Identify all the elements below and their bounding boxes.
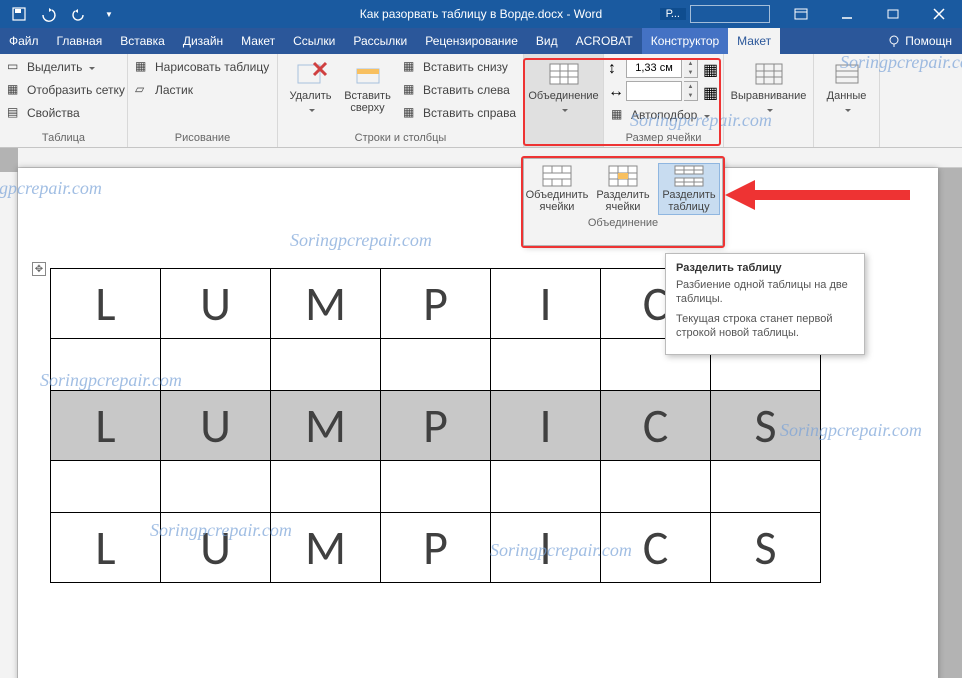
save-button[interactable]: [6, 3, 32, 25]
tab-insert[interactable]: Вставка: [111, 28, 174, 54]
tab-acrobat[interactable]: ACROBAT: [567, 28, 642, 54]
tab-mailings[interactable]: Рассылки: [344, 28, 416, 54]
table-row[interactable]: [51, 461, 821, 513]
merge-dropdown-button[interactable]: Объединение: [528, 56, 599, 131]
insert-right-button[interactable]: ▦Вставить справа: [400, 102, 519, 124]
view-gridlines-button[interactable]: ▦Отобразить сетку: [4, 79, 128, 101]
tab-layout[interactable]: Макет: [232, 28, 284, 54]
tab-file[interactable]: Файл: [0, 28, 48, 54]
group-rows-cols: Удалить Вставить сверху ▦Вставить снизу …: [278, 54, 524, 147]
maximize-button[interactable]: [870, 0, 916, 28]
split-table-icon: [674, 165, 704, 187]
row-height-spinner[interactable]: ▲▼: [684, 58, 698, 78]
tab-home[interactable]: Главная: [48, 28, 112, 54]
group-table-label: Таблица: [4, 131, 123, 147]
split-cells-button[interactable]: Разделить ячейки: [592, 163, 654, 215]
insert-below-button[interactable]: ▦Вставить снизу: [400, 56, 519, 78]
qat-customize[interactable]: ▼: [96, 3, 122, 25]
split-table-button[interactable]: Разделить таблицу: [658, 163, 720, 215]
eraser-icon: ▱: [135, 82, 151, 98]
merge-cells-button[interactable]: Объединить ячейки: [526, 163, 588, 215]
tooltip-line2: Текущая строка станет первой строкой нов…: [676, 312, 854, 340]
tell-me[interactable]: Помощн: [877, 28, 962, 54]
insert-below-icon: ▦: [403, 59, 419, 75]
account-placeholder: [690, 5, 770, 23]
insert-above-button[interactable]: Вставить сверху: [339, 56, 396, 131]
tooltip-line1: Разбиение одной таблицы на две таблицы.: [676, 278, 854, 306]
contextual-tab-chip: Р...: [660, 8, 686, 20]
table-move-handle[interactable]: ✥: [32, 262, 46, 276]
title-bar: ▼ Как разорвать таблицу в Ворде.docx - W…: [0, 0, 962, 28]
data-dropdown[interactable]: Данные: [818, 56, 875, 131]
merge-cells-icon: [542, 165, 572, 187]
alignment-icon: [753, 60, 785, 88]
select-button[interactable]: ▭Выделить: [4, 56, 128, 78]
ribbon: ▭Выделить ▦Отобразить сетку ▤Свойства Та…: [0, 54, 962, 148]
tell-me-label: Помощн: [905, 34, 952, 48]
insert-right-icon: ▦: [403, 105, 419, 121]
insert-above-icon: [352, 60, 384, 88]
insert-left-icon: ▦: [403, 82, 419, 98]
distribute-cols-icon[interactable]: ▦: [703, 83, 719, 99]
grid-icon: ▦: [7, 82, 23, 98]
table-row-selected[interactable]: LUMPICS: [51, 391, 821, 461]
document-area: ✥ LUMPIC LUMPICS LUMPICS: [0, 148, 962, 678]
group-table: ▭Выделить ▦Отобразить сетку ▤Свойства Та…: [0, 54, 128, 147]
pencil-table-icon: ▦: [135, 59, 151, 75]
tab-review[interactable]: Рецензирование: [416, 28, 527, 54]
row-height-icon: ↕: [608, 60, 624, 76]
group-cell-size: ↕ ▲▼ ▦ ↔ ▲▼ ▦ ▦Автоподбор Размер ячейки: [604, 54, 724, 147]
col-width-spinner[interactable]: ▲▼: [684, 81, 698, 101]
properties-icon: ▤: [7, 105, 23, 121]
distribute-rows-icon[interactable]: ▦: [703, 60, 719, 76]
group-draw: ▦Нарисовать таблицу ▱Ластик Рисование: [128, 54, 278, 147]
col-width-icon: ↔: [608, 83, 624, 99]
table-row[interactable]: LUMPICS: [51, 513, 821, 583]
minimize-button[interactable]: [824, 0, 870, 28]
split-cells-icon: [608, 165, 638, 187]
tooltip-title: Разделить таблицу: [676, 262, 854, 274]
draw-table-button[interactable]: ▦Нарисовать таблицу: [132, 56, 272, 78]
data-icon: [831, 60, 863, 88]
col-width-input[interactable]: [626, 81, 682, 101]
autofit-icon: ▦: [611, 107, 627, 123]
group-draw-label: Рисование: [132, 131, 273, 147]
annotation-arrow: [725, 178, 915, 212]
alignment-dropdown[interactable]: Выравнивание: [728, 56, 809, 131]
tab-references[interactable]: Ссылки: [284, 28, 344, 54]
horizontal-ruler[interactable]: [18, 148, 962, 168]
group-cell-size-label: Размер ячейки: [608, 131, 719, 147]
group-alignment: Выравнивание: [724, 54, 814, 147]
popup-group-label: Объединение: [524, 215, 722, 232]
cursor-icon: ▭: [7, 59, 23, 75]
tab-table-layout[interactable]: Макет: [728, 28, 780, 54]
group-merge: Объединение: [524, 54, 604, 147]
delete-button[interactable]: Удалить: [282, 56, 339, 131]
page[interactable]: ✥ LUMPIC LUMPICS LUMPICS: [18, 168, 938, 678]
insert-left-button[interactable]: ▦Вставить слева: [400, 79, 519, 101]
ribbon-tabs: Файл Главная Вставка Дизайн Макет Ссылки…: [0, 28, 962, 54]
merge-gallery-popup: Объединить ячейки Разделить ячейки Разде…: [523, 158, 723, 246]
autofit-button[interactable]: ▦Автоподбор: [608, 104, 719, 126]
row-height-input[interactable]: [626, 58, 682, 78]
lightbulb-icon: [887, 34, 901, 48]
properties-button[interactable]: ▤Свойства: [4, 102, 128, 124]
group-rows-cols-label: Строки и столбцы: [282, 131, 519, 147]
close-button[interactable]: [916, 0, 962, 28]
tab-design[interactable]: Дизайн: [174, 28, 232, 54]
group-data: Данные: [814, 54, 880, 147]
delete-icon: [295, 60, 327, 88]
tab-view[interactable]: Вид: [527, 28, 567, 54]
merge-icon: [548, 60, 580, 88]
ribbon-display-options[interactable]: [778, 0, 824, 28]
document-title: Как разорвать таблицу в Ворде.docx - Wor…: [360, 7, 602, 21]
group-merge-label: [528, 131, 599, 147]
vertical-ruler[interactable]: [0, 172, 18, 678]
tooltip-split-table: Разделить таблицу Разбиение одной таблиц…: [665, 253, 865, 355]
tab-constructor[interactable]: Конструктор: [642, 28, 728, 54]
redo-button[interactable]: [66, 3, 92, 25]
undo-button[interactable]: [36, 3, 62, 25]
eraser-button[interactable]: ▱Ластик: [132, 79, 272, 101]
